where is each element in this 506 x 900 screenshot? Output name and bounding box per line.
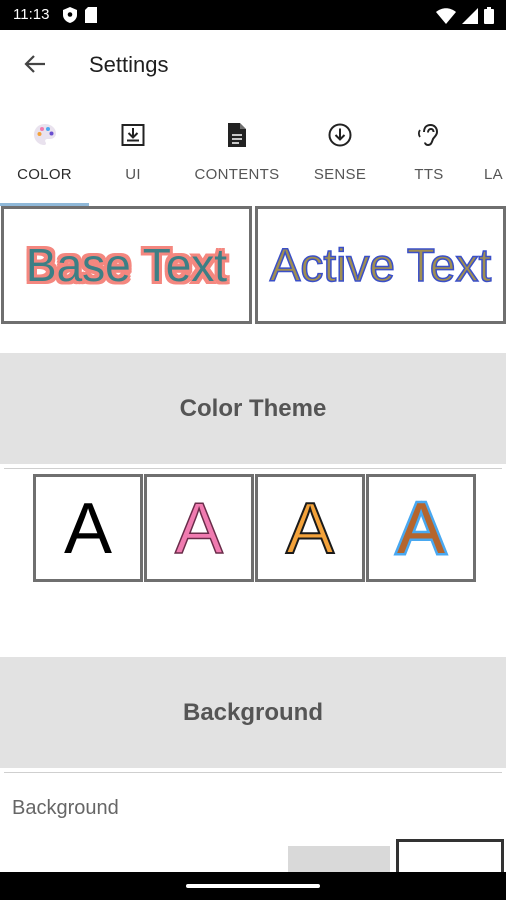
tab-partial[interactable]: LA [484,104,506,204]
wifi-icon [436,7,456,29]
sd-card-icon [85,7,97,28]
theme-option-orange[interactable]: A [255,474,365,582]
tab-label: COLOR [17,166,72,183]
background-label: Background [12,797,119,819]
base-text-sample: Base Text [25,239,228,291]
tab-bar: COLOR UI CONTENTS SENSE TTS LA [0,104,506,206]
section-title: Background [182,698,323,726]
tab-color[interactable]: COLOR [0,104,89,204]
tab-contents[interactable]: CONTENTS [186,104,288,204]
tab-ui[interactable]: UI [89,104,177,204]
svg-text:A: A [397,493,445,563]
shield-icon [63,7,77,28]
arrow-down-circle-icon [327,120,353,150]
download-box-icon [120,120,146,150]
svg-text:A: A [286,493,334,563]
theme-letter-pink: A [174,493,224,563]
theme-letter-orange: A [285,493,335,563]
tab-label: LA [484,166,503,183]
navigation-bar [0,872,506,900]
palette-icon [32,120,58,150]
tab-label: UI [125,166,141,183]
base-text-preview[interactable]: Base Text [1,206,252,324]
ear-icon [416,120,442,150]
app-bar: Settings [0,30,506,100]
home-gesture-handle[interactable] [186,884,320,888]
tab-tts[interactable]: TTS [394,104,464,204]
divider [4,772,502,773]
status-left-icons [63,7,97,28]
color-theme-header: Color Theme [0,353,506,464]
tab-label: CONTENTS [194,166,280,183]
theme-option-pink[interactable]: A [144,474,254,582]
tab-sense[interactable]: SENSE [300,104,380,204]
page-title: Settings [89,52,169,77]
signal-icon [462,7,478,29]
back-button[interactable] [17,48,53,84]
status-time: 11:13 [13,6,50,23]
arrow-left-icon [24,53,46,80]
section-title: Color Theme [179,394,327,422]
text-preview-row: Base Text Active Text [0,206,506,328]
background-header: Background [0,657,506,768]
divider [4,468,502,469]
document-icon [226,120,248,150]
theme-option-black[interactable]: A [33,474,143,582]
tab-label: TTS [414,166,444,183]
color-theme-options: A A A A [33,474,476,582]
theme-option-brown-blue[interactable]: A [366,474,476,582]
theme-letter-brown-blue: A [394,493,447,563]
battery-icon [484,7,494,29]
active-text-preview[interactable]: Active Text [255,206,506,324]
status-bar: 11:13 [0,0,506,30]
svg-text:A: A [64,493,112,563]
tab-label: SENSE [313,166,367,183]
status-right-icons [436,7,494,29]
svg-text:A: A [175,493,223,563]
active-text-sample: Active Text [269,238,492,292]
theme-letter-black: A [64,493,112,563]
